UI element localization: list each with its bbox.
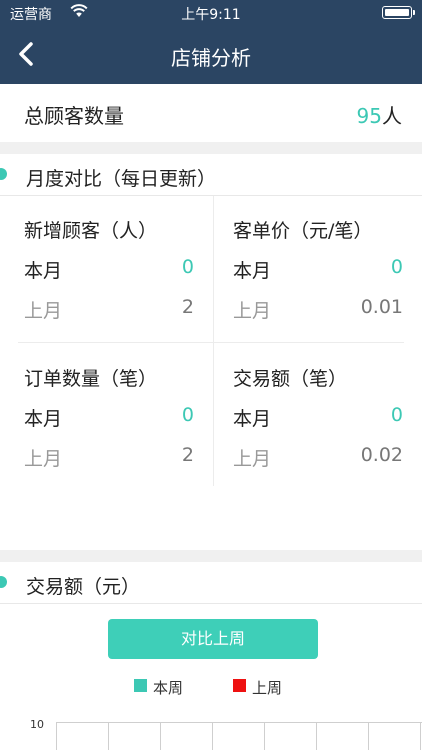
stat-row-value: 0.02 bbox=[360, 444, 403, 466]
trade-section-header: 交易额（元） bbox=[0, 562, 422, 604]
total-customers-value: 95人 bbox=[357, 100, 402, 129]
grid-line bbox=[264, 722, 265, 750]
legend-label: 上周 bbox=[252, 679, 283, 697]
legend-label: 本周 bbox=[153, 679, 184, 697]
trade-chart-area: 对比上周 本周 上周 10 bbox=[0, 605, 422, 750]
stat-row-value: 0 bbox=[390, 404, 403, 426]
stat-row-label: 上月 bbox=[233, 300, 272, 322]
stat-card-title: 订单数量（笔） bbox=[24, 368, 158, 390]
navigation-bar: 店铺分析 bbox=[0, 24, 422, 84]
chart-grid bbox=[56, 722, 422, 750]
stat-row-value: 2 bbox=[181, 296, 194, 318]
stat-row-this-month: 本月 0 bbox=[24, 256, 194, 282]
horizontal-divider bbox=[18, 342, 404, 343]
grid-line bbox=[160, 722, 161, 750]
legend-swatch bbox=[134, 679, 147, 692]
battery-icon bbox=[382, 6, 415, 19]
section-marker-dot bbox=[0, 576, 7, 588]
stat-row-value: 0.01 bbox=[360, 296, 403, 318]
stat-row-last-month: 上月 0.01 bbox=[233, 296, 403, 322]
stat-row-label: 本月 bbox=[233, 408, 272, 430]
total-customers-unit: 人 bbox=[382, 104, 402, 128]
stat-row-label: 上月 bbox=[24, 300, 63, 322]
stat-row-value: 0 bbox=[181, 404, 194, 426]
monthly-stats-grid: 新增顾客（人） 本月 0 上月 2 客单价（元/笔） 本月 0 上月 0.01 … bbox=[0, 196, 422, 550]
section-marker-dot bbox=[0, 168, 7, 180]
stat-row-last-month: 上月 2 bbox=[24, 444, 194, 470]
total-customers-count: 95 bbox=[356, 104, 382, 128]
grid-line bbox=[316, 722, 317, 750]
stat-row-label: 上月 bbox=[233, 448, 272, 470]
monthly-section-title: 月度对比（每日更新） bbox=[26, 168, 217, 190]
stat-row-value: 2 bbox=[181, 444, 194, 466]
grid-line bbox=[368, 722, 369, 750]
stat-row-this-month: 本月 0 bbox=[24, 404, 194, 430]
vertical-divider bbox=[213, 196, 214, 486]
legend-swatch bbox=[233, 679, 246, 692]
stat-row-label: 本月 bbox=[24, 408, 63, 430]
stat-row-this-month: 本月 0 bbox=[233, 404, 403, 430]
grid-line bbox=[108, 722, 109, 750]
section-gap bbox=[0, 550, 422, 562]
clock: 上午9:11 bbox=[181, 7, 241, 23]
section-gap bbox=[0, 142, 422, 154]
grid-line bbox=[420, 722, 421, 750]
total-customers-row: 总顾客数量 95人 bbox=[0, 84, 422, 142]
stat-row-last-month: 上月 2 bbox=[24, 296, 194, 322]
stat-row-value: 0 bbox=[181, 256, 194, 278]
stat-row-last-month: 上月 0.02 bbox=[233, 444, 403, 470]
stat-row-label: 本月 bbox=[24, 260, 63, 282]
stat-row-label: 上月 bbox=[24, 448, 63, 470]
grid-line bbox=[212, 722, 213, 750]
stat-row-value: 0 bbox=[390, 256, 403, 278]
stat-card-title: 新增顾客（人） bbox=[24, 220, 158, 242]
stat-row-this-month: 本月 0 bbox=[233, 256, 403, 282]
grid-line bbox=[56, 722, 57, 750]
stat-row-label: 本月 bbox=[233, 260, 272, 282]
status-bar: 运营商 上午9:11 bbox=[0, 0, 422, 24]
stat-card-title: 交易额（笔） bbox=[233, 368, 348, 390]
trade-section-title: 交易额（元） bbox=[26, 576, 141, 598]
monthly-section-header: 月度对比（每日更新） bbox=[0, 154, 422, 196]
compare-last-week-button[interactable]: 对比上周 bbox=[108, 619, 318, 659]
total-customers-label: 总顾客数量 bbox=[24, 104, 124, 128]
y-axis-tick-label: 10 bbox=[30, 718, 44, 731]
page-title: 店铺分析 bbox=[171, 46, 251, 70]
stat-card-title: 客单价（元/笔） bbox=[233, 220, 373, 242]
